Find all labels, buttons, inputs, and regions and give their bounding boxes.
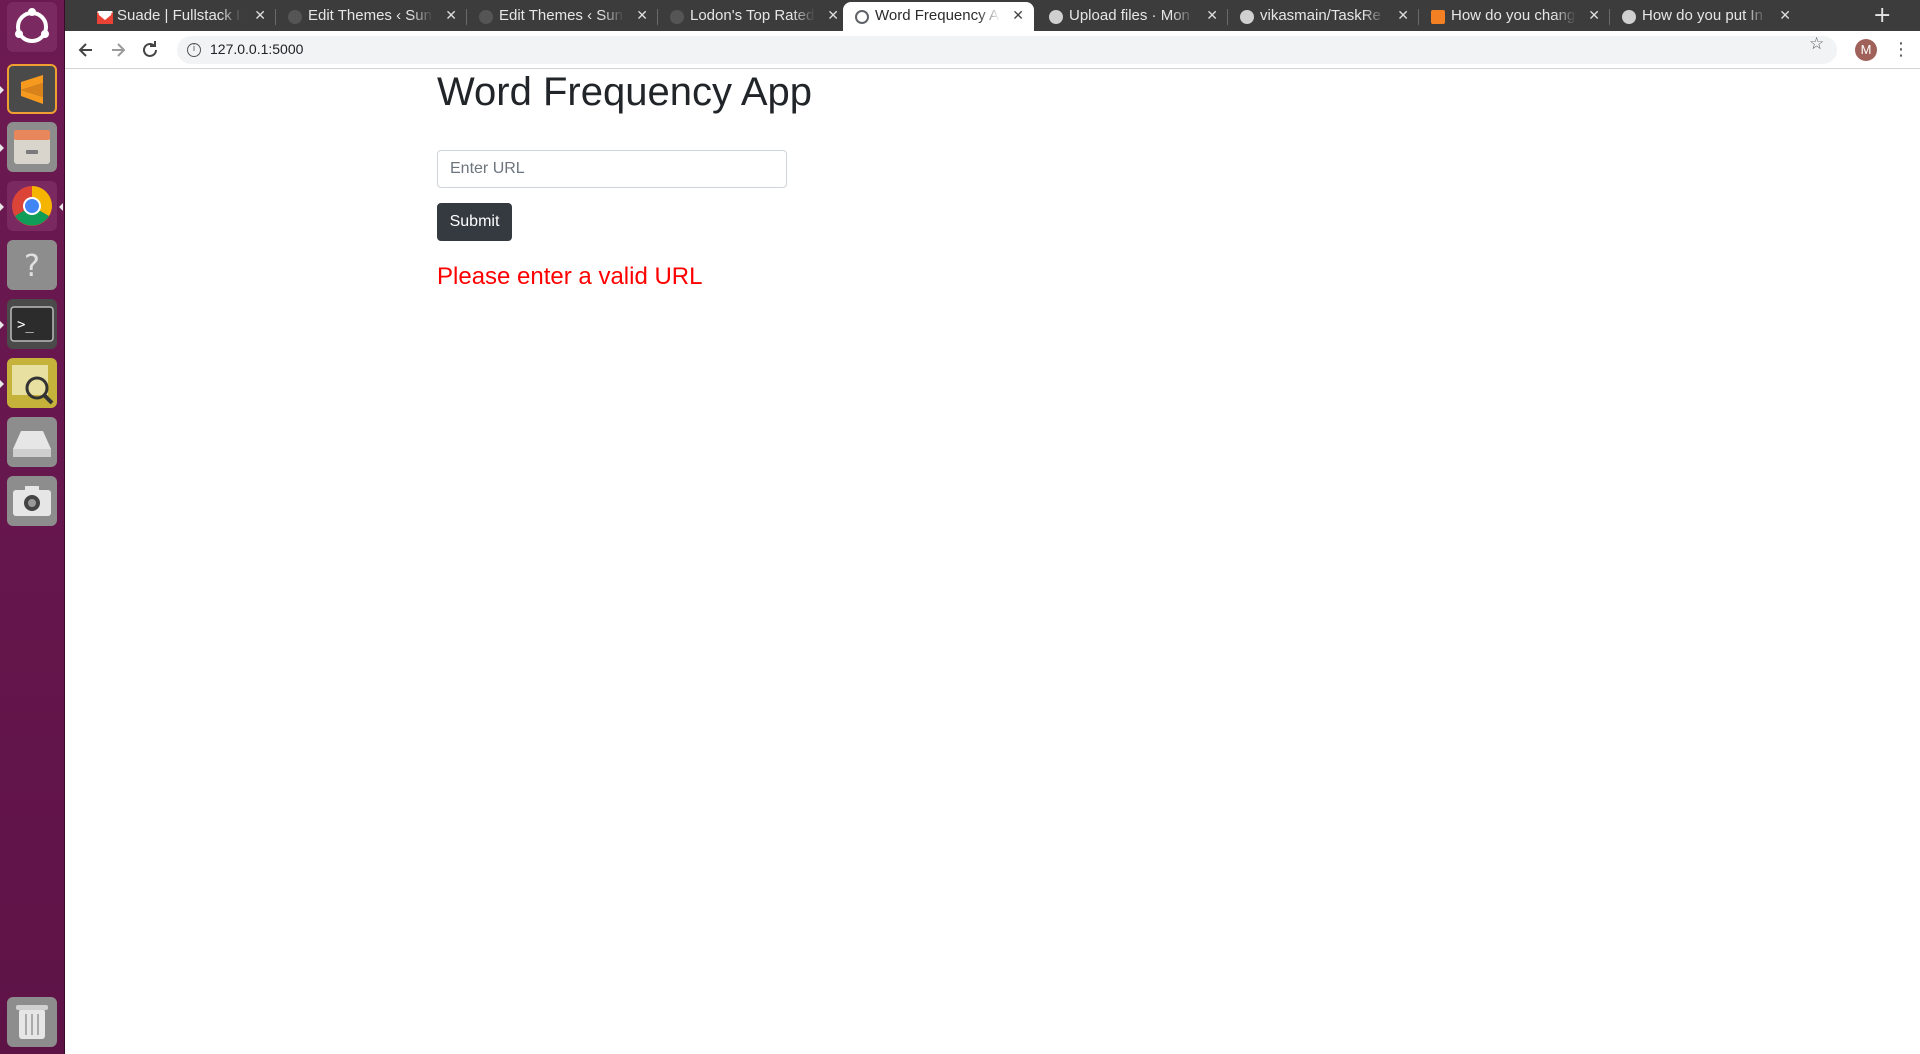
tab-close-button[interactable]: ✕	[445, 7, 457, 24]
more-menu-icon[interactable]: ⋮	[1892, 39, 1910, 61]
tab-title: Lodon's Top Rated	[690, 7, 815, 24]
tab-title: Edit Themes ‹ Sunn	[308, 7, 433, 24]
tab-close-button[interactable]: ✕	[827, 7, 839, 24]
wordpress-icon	[288, 10, 302, 24]
ubuntu-dash-icon[interactable]	[7, 2, 57, 52]
tab-close-button[interactable]: ✕	[254, 7, 266, 24]
wordpress-icon	[479, 10, 493, 24]
disk-icon[interactable]	[7, 417, 57, 467]
tab-upload-files[interactable]: Upload files · Mon ✕	[1037, 2, 1228, 31]
tab-title: How do you chang	[1451, 7, 1576, 24]
svg-text:?: ?	[24, 249, 40, 284]
gmail-icon	[97, 11, 113, 24]
tab-lodons-top-rated[interactable]: Lodon's Top Rated ✕	[658, 2, 849, 31]
tab-edit-themes-1[interactable]: Edit Themes ‹ Sunn ✕	[276, 2, 467, 31]
sublime-text-icon[interactable]	[7, 64, 57, 114]
back-arrow-icon[interactable]	[74, 38, 98, 62]
forward-arrow-icon[interactable]	[106, 38, 130, 62]
address-bar[interactable]: i 127.0.0.1:5000	[177, 36, 1837, 64]
trash-icon[interactable]	[7, 997, 57, 1047]
system-monitor-icon[interactable]	[7, 358, 57, 408]
stackoverflow-icon	[1431, 10, 1445, 24]
github-icon	[1622, 10, 1636, 24]
tab-how-do-you-put[interactable]: How do you put In ✕	[1610, 2, 1801, 31]
tab-title: Upload files · Mon	[1069, 7, 1194, 24]
camera-icon[interactable]	[7, 476, 57, 526]
page-title: Word Frequency App	[437, 70, 813, 114]
tab-close-button[interactable]: ✕	[636, 7, 648, 24]
ubuntu-launcher: ? >_	[0, 0, 65, 1054]
tab-title: vikasmain/TaskRe	[1260, 7, 1385, 24]
tab-how-do-you-change[interactable]: How do you chang ✕	[1419, 2, 1610, 31]
reload-icon[interactable]	[138, 38, 162, 62]
svg-text:>_: >_	[17, 317, 34, 333]
github-icon	[1240, 10, 1254, 24]
url-input[interactable]	[437, 150, 787, 188]
tab-title: Suade | Fullstack In	[117, 7, 242, 24]
tab-suade[interactable]: Suade | Fullstack In ✕	[85, 2, 276, 31]
error-message: Please enter a valid URL	[437, 263, 703, 290]
tab-title: Edit Themes ‹ Sunn	[499, 7, 624, 24]
wordpress-icon	[670, 10, 684, 24]
tab-title: Word Frequency A	[875, 7, 1000, 24]
tab-close-button[interactable]: ✕	[1206, 7, 1218, 24]
globe-icon	[855, 10, 869, 24]
profile-avatar[interactable]: M	[1855, 39, 1877, 61]
new-tab-button[interactable]: +	[1873, 3, 1891, 28]
file-manager-icon[interactable]	[7, 122, 57, 172]
bookmark-star-icon[interactable]: ☆	[1809, 34, 1824, 54]
tab-close-button[interactable]: ✕	[1588, 7, 1600, 24]
github-icon	[1049, 10, 1063, 24]
info-icon[interactable]: i	[187, 43, 201, 57]
tab-strip: Suade | Fullstack In ✕ Edit Themes ‹ Sun…	[65, 0, 1920, 31]
address-bar-url: 127.0.0.1:5000	[210, 41, 304, 57]
tab-word-frequency[interactable]: Word Frequency A ✕	[843, 2, 1034, 31]
page-content: Word Frequency App Submit Please enter a…	[65, 70, 1920, 1054]
chrome-icon[interactable]	[7, 181, 57, 231]
terminal-icon[interactable]: >_	[7, 299, 57, 349]
tab-close-button[interactable]: ✕	[1779, 7, 1791, 24]
tab-vikasmain-taskre[interactable]: vikasmain/TaskRe ✕	[1228, 2, 1419, 31]
help-icon[interactable]: ?	[7, 240, 57, 290]
tab-edit-themes-2[interactable]: Edit Themes ‹ Sunn ✕	[467, 2, 658, 31]
browser-toolbar: i 127.0.0.1:5000 ☆ M ⋮	[65, 31, 1920, 69]
tab-close-button[interactable]: ✕	[1012, 7, 1024, 24]
tab-close-button[interactable]: ✕	[1397, 7, 1409, 24]
submit-button[interactable]: Submit	[437, 203, 512, 241]
tab-title: How do you put In	[1642, 7, 1767, 24]
